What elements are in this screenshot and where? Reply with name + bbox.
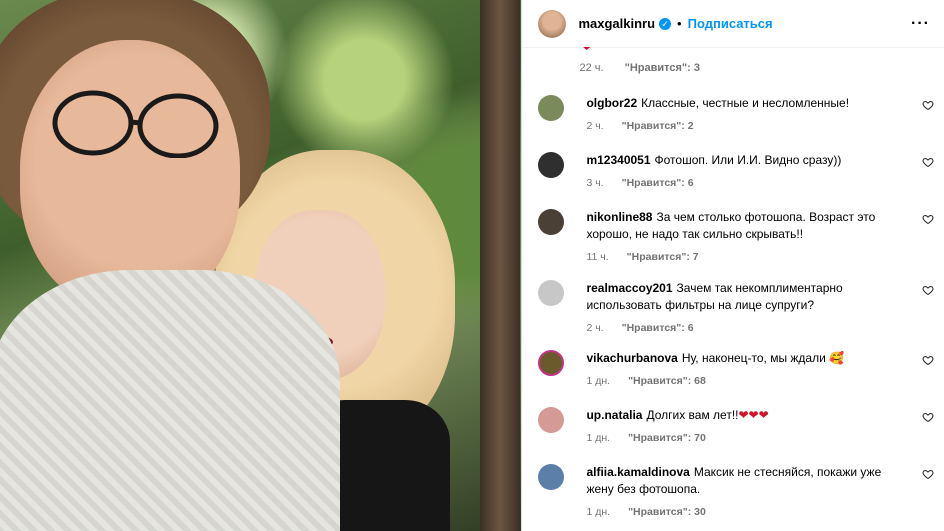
commenter-username[interactable]: nikonline88	[586, 210, 652, 224]
commenter-username[interactable]: m12340051	[586, 153, 650, 167]
photo-tree-trunk	[480, 0, 520, 531]
comment-meta: 1 дн. "Нравится": 70	[586, 430, 908, 447]
comment-meta: 1 дн. "Нравится": 30	[586, 504, 908, 521]
comment-meta: 1 дн. "Нравится": 68	[586, 373, 908, 390]
verified-badge-icon: ✓	[659, 17, 672, 30]
comment-likes[interactable]: "Нравится": 6	[622, 177, 694, 189]
commenter-avatar[interactable]	[538, 350, 565, 376]
commenter-avatar[interactable]	[538, 95, 565, 121]
comment-likes[interactable]: "Нравится": 68	[628, 375, 706, 387]
heart-outline-icon[interactable]	[922, 468, 934, 480]
heart-outline-icon[interactable]	[922, 156, 934, 168]
comments-panel: maxgalkinru ✓ • Подписаться ··· ❤ 22 ч. …	[521, 0, 944, 531]
comment-time: 11 ч.	[586, 251, 609, 263]
commenter-avatar[interactable]	[538, 209, 565, 235]
heart-outline-icon[interactable]	[922, 411, 934, 423]
commenter-avatar[interactable]	[538, 464, 565, 490]
comments-list[interactable]: ❤ 22 ч. "Нравится": 3 olgbor22 Классные, …	[522, 47, 944, 531]
heart-outline-icon[interactable]	[922, 213, 934, 225]
commenter-avatar[interactable]	[538, 407, 565, 433]
comment-time: 1 дн.	[586, 432, 611, 444]
heart-outline-icon[interactable]	[922, 284, 934, 296]
comment-body: vikachurbanova Ну, наконец-то, мы ждали 🥰…	[586, 350, 908, 390]
more-options-icon[interactable]: ···	[911, 15, 930, 33]
comment-time: 2 ч.	[586, 120, 604, 132]
commenter-username[interactable]: realmaccoy201	[586, 281, 672, 295]
comment-likes[interactable]: "Нравится": 3	[625, 62, 700, 74]
comment-body: m12340051 Фотошоп. Или И.И. Видно сразу))…	[586, 152, 908, 192]
commenter-username[interactable]: olgbor22	[586, 96, 637, 110]
comment-likes[interactable]: "Нравится": 2	[622, 120, 694, 132]
comment-likes[interactable]: "Нравится": 30	[628, 506, 706, 518]
author-avatar[interactable]	[538, 9, 567, 38]
commenter-avatar[interactable]	[538, 152, 565, 178]
comment-meta: 2 ч. "Нравится": 2	[586, 118, 908, 135]
post-photo[interactable]	[0, 0, 522, 531]
comment-meta: 11 ч. "Нравится": 7	[586, 249, 908, 266]
commenter-avatar[interactable]	[538, 280, 565, 306]
comment-time: 1 дн.	[586, 375, 611, 387]
comment-time: 1 дн.	[586, 506, 611, 518]
commenter-username[interactable]: up.natalia	[586, 408, 642, 422]
commenter-username[interactable]: vikachurbanova	[586, 351, 677, 365]
comment-body: alfiia.kamaldinova Максик не стесняйся, п…	[586, 464, 908, 521]
comment-meta: 2 ч. "Нравится": 6	[586, 320, 908, 337]
heart-outline-icon[interactable]	[922, 354, 934, 366]
comment-likes[interactable]: "Нравится": 7	[627, 251, 699, 263]
author-username[interactable]: maxgalkinru	[578, 16, 655, 31]
heart-outline-icon[interactable]	[922, 99, 934, 111]
comment-time: 2 ч.	[586, 322, 604, 334]
comment-time: 3 ч.	[586, 177, 604, 189]
comment-text: Ну, наконец-то, мы ждали 🥰	[681, 351, 845, 365]
photo-man-jacket	[0, 270, 340, 531]
post-header: maxgalkinru ✓ • Подписаться ···	[522, 0, 944, 48]
heart-icon: ❤	[582, 47, 591, 54]
commenter-username[interactable]: alfiia.kamaldinova	[586, 465, 689, 479]
comment-body: up.natalia Долгих вам лет!!❤❤❤ 1 дн. "Нрав…	[586, 407, 908, 447]
comment-text: Классные, честные и несломленные!	[641, 96, 850, 110]
comment-body: nikonline88 За чем столько фотошопа. Возр…	[586, 209, 908, 266]
comment-text: Фотошоп. Или И.И. Видно сразу))	[654, 153, 842, 167]
comment-likes[interactable]: "Нравится": 6	[622, 322, 694, 334]
comment-meta: 22 ч. "Нравится": 3	[579, 62, 700, 74]
red-hearts-emoji: ❤❤❤	[738, 408, 769, 422]
header-separator: •	[677, 16, 682, 31]
follow-button[interactable]: Подписаться	[688, 16, 773, 31]
comment-body: olgbor22 Классные, честные и несломленные…	[586, 95, 908, 135]
comment-text: Долгих вам лет!!	[646, 408, 739, 422]
comment-body: realmaccoy201 Зачем так некомплиментарно …	[586, 280, 908, 337]
comment-likes[interactable]: "Нравится": 70	[628, 432, 706, 444]
post-viewer: maxgalkinru ✓ • Подписаться ··· ❤ 22 ч. …	[0, 0, 944, 531]
comment-time: 22 ч.	[579, 62, 604, 74]
photo-glasses	[52, 90, 219, 158]
comment-meta: 3 ч. "Нравится": 6	[586, 175, 908, 192]
